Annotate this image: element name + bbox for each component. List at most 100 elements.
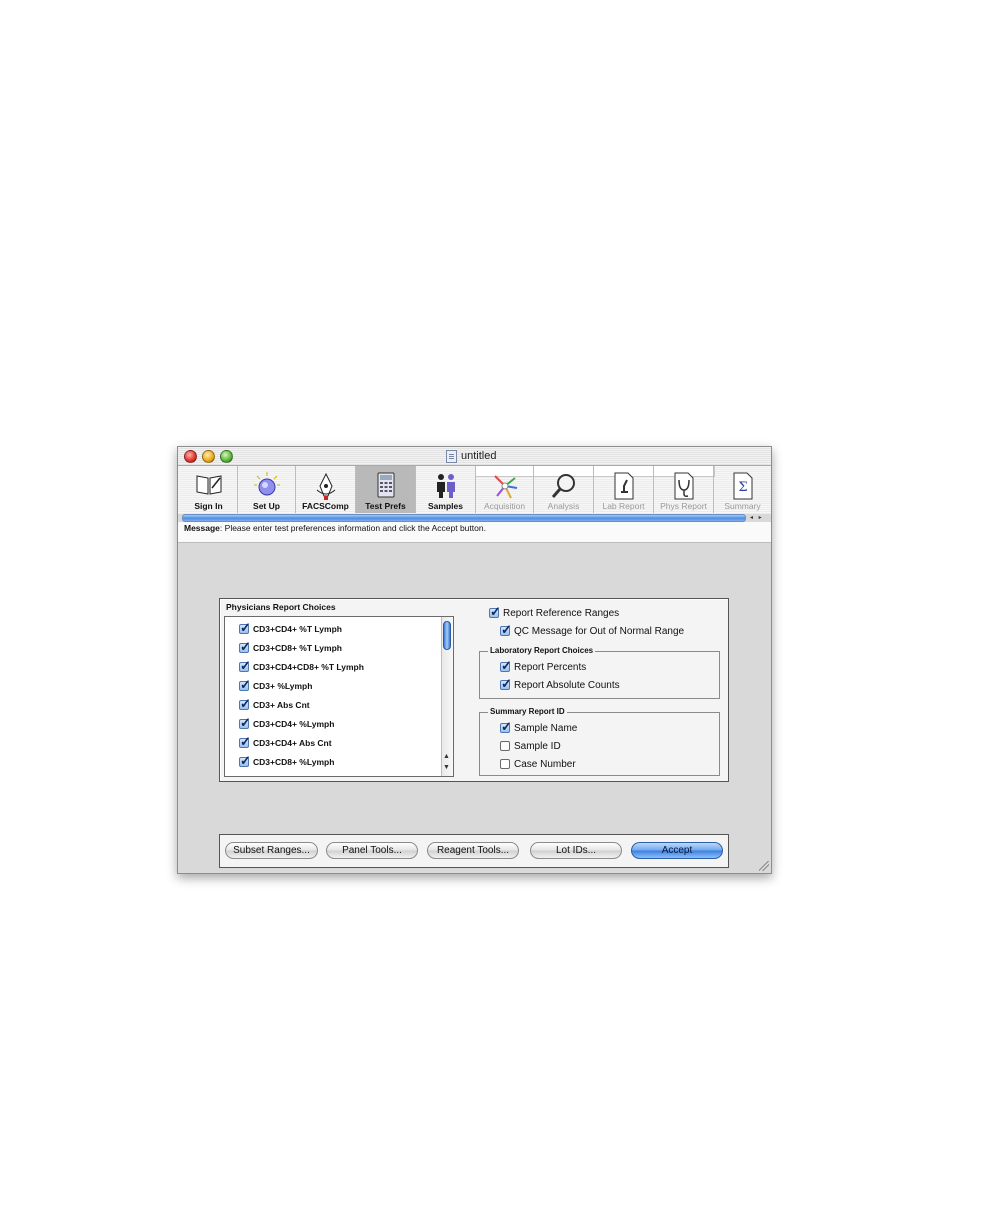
checkbox[interactable] <box>500 741 510 751</box>
tool-label: Lab Report <box>602 501 645 511</box>
checkbox[interactable] <box>500 676 512 692</box>
tool-facscomp[interactable]: FACSComp <box>296 466 356 513</box>
accept-button[interactable]: Accept <box>631 842 723 859</box>
minimize-button[interactable] <box>202 450 215 463</box>
report-absolute-counts-option[interactable]: Report Absolute Counts <box>500 676 620 692</box>
tool-phys-report: Phys Report <box>654 466 714 513</box>
option-label: Report Percents <box>514 661 587 673</box>
tool-label: FACSComp <box>302 501 349 511</box>
checkbox[interactable] <box>500 759 510 769</box>
list-item[interactable]: CD3+CD4+ %T Lymph <box>239 620 342 638</box>
option-label: QC Message for Out of Normal Range <box>514 625 685 637</box>
option-label: Sample ID <box>514 740 561 752</box>
tool-label: Analysis <box>547 501 580 511</box>
checkbox[interactable] <box>239 658 251 674</box>
message-prefix: Message <box>184 523 220 533</box>
checkbox[interactable] <box>239 696 251 712</box>
main-window: untitled Sign In Set Up FACSComp Test Pr… <box>177 446 772 874</box>
option-label: Report Reference Ranges <box>503 607 620 619</box>
subset-ranges-button[interactable]: Subset Ranges... <box>225 842 318 859</box>
scroll-up-arrow-icon[interactable]: ▲ <box>443 753 450 760</box>
checkbox[interactable] <box>239 734 251 750</box>
checkbox[interactable] <box>239 639 251 655</box>
scroll-down-arrow-icon[interactable]: ▼ <box>443 764 450 771</box>
case-number-option[interactable]: Case Number <box>500 757 576 771</box>
tool-samples[interactable]: Samples <box>416 466 476 513</box>
tool-label: Samples <box>428 501 463 511</box>
tool-label: Summary <box>724 501 761 511</box>
toolbar: Sign In Set Up FACSComp Test Prefs Sampl… <box>178 466 771 514</box>
lab-report-group: Laboratory Report Choices Report Percent… <box>479 646 720 699</box>
checkbox[interactable] <box>489 604 501 620</box>
panel-tools-button[interactable]: Panel Tools... <box>326 842 418 859</box>
tool-label: Sign In <box>194 501 223 511</box>
list-item-label: CD3+CD8+ %Lymph <box>253 757 335 767</box>
list-item[interactable]: CD3+CD8+ %T Lymph <box>239 639 342 657</box>
acquisition-burst-icon <box>493 475 517 499</box>
list-item-label: CD3+CD4+ %Lymph <box>253 719 335 729</box>
tool-set-up[interactable]: Set Up <box>238 466 296 513</box>
people-icon <box>436 474 455 498</box>
button-bar: Subset Ranges... Panel Tools... Reagent … <box>219 834 729 868</box>
reagent-tools-button[interactable]: Reagent Tools... <box>427 842 519 859</box>
option-label: Report Absolute Counts <box>514 679 620 691</box>
document-icon <box>446 449 457 463</box>
report-reference-ranges-option[interactable]: Report Reference Ranges <box>489 604 620 620</box>
magnifier-icon <box>551 474 575 498</box>
option-label: Case Number <box>514 758 576 770</box>
message-bar: Message: Please enter test preferences i… <box>178 522 771 543</box>
list-item[interactable]: CD3+ %Lymph <box>239 677 312 695</box>
physicians-report-list[interactable]: CD3+CD4+ %T Lymph CD3+CD8+ %T Lymph CD3+… <box>224 616 454 777</box>
tool-test-prefs[interactable]: Test Prefs <box>356 466 416 513</box>
summary-report-id-group: Summary Report ID Sample Name Sample ID … <box>479 707 720 776</box>
tool-analysis: Analysis <box>534 466 594 513</box>
progress-bar <box>182 514 746 522</box>
list-item[interactable]: CD3+CD4+ %Lymph <box>239 715 334 733</box>
tool-label: Acquisition <box>483 501 526 511</box>
list-item[interactable]: CD3+CD4+CD8+ %T Lymph <box>239 658 364 676</box>
tool-lab-report: Lab Report <box>594 466 654 513</box>
list-scrollbar[interactable]: ▲ ▼ <box>441 617 453 776</box>
list-item-label: CD3+ %Lymph <box>253 681 313 691</box>
list-item-label: CD3+CD8+ %T Lymph <box>253 643 342 653</box>
stethoscope-report-icon <box>674 472 693 500</box>
lot-ids-button[interactable]: Lot IDs... <box>530 842 622 859</box>
checkbox[interactable] <box>500 719 512 735</box>
option-label: Sample Name <box>514 722 578 734</box>
checkbox[interactable] <box>239 753 251 769</box>
checkbox[interactable] <box>239 620 251 636</box>
tool-acquisition: Acquisition <box>476 466 534 513</box>
sample-name-option[interactable]: Sample Name <box>500 719 578 735</box>
list-item-label: CD3+CD4+CD8+ %T Lymph <box>253 662 364 672</box>
calculator-icon <box>377 472 394 498</box>
list-item-label: CD3+ Abs Cnt <box>253 700 310 710</box>
tool-sign-in[interactable]: Sign In <box>180 466 238 513</box>
toolbar-scroll-arrows[interactable]: ◂ ▸ <box>750 514 770 521</box>
physicians-panel-title: Physicians Report Choices <box>226 602 336 612</box>
checkbox[interactable] <box>500 622 512 638</box>
scroll-thumb[interactable] <box>443 621 451 650</box>
summary-group-title: Summary Report ID <box>488 707 567 716</box>
tool-label: Set Up <box>253 501 280 511</box>
zoom-button[interactable] <box>220 450 233 463</box>
tool-summary: Σ Summary <box>714 466 771 513</box>
checkbox[interactable] <box>239 715 251 731</box>
svg-text:Σ: Σ <box>738 480 747 495</box>
qc-message-option[interactable]: QC Message for Out of Normal Range <box>500 622 685 638</box>
close-button[interactable] <box>184 450 197 463</box>
list-item[interactable]: CD3+CD4+ Abs Cnt <box>239 734 332 752</box>
checkbox[interactable] <box>239 677 251 693</box>
list-item-label: CD3+CD4+ %T Lymph <box>253 624 342 634</box>
microscope-report-icon <box>614 472 633 500</box>
report-percents-option[interactable]: Report Percents <box>500 658 587 674</box>
sample-id-option[interactable]: Sample ID <box>500 739 561 753</box>
window-title: untitled <box>461 450 497 462</box>
settings-panel: Physicians Report Choices CD3+CD4+ %T Ly… <box>219 598 729 782</box>
resize-grip-icon[interactable] <box>759 861 769 871</box>
lab-group-title: Laboratory Report Choices <box>488 646 596 655</box>
list-item[interactable]: CD3+CD8+ %Lymph <box>239 753 334 771</box>
title-bar[interactable]: untitled <box>178 447 771 466</box>
list-item[interactable]: CD3+ Abs Cnt <box>239 696 310 714</box>
message-text: : Please enter test preferences informat… <box>219 523 486 533</box>
checkbox[interactable] <box>500 658 512 674</box>
